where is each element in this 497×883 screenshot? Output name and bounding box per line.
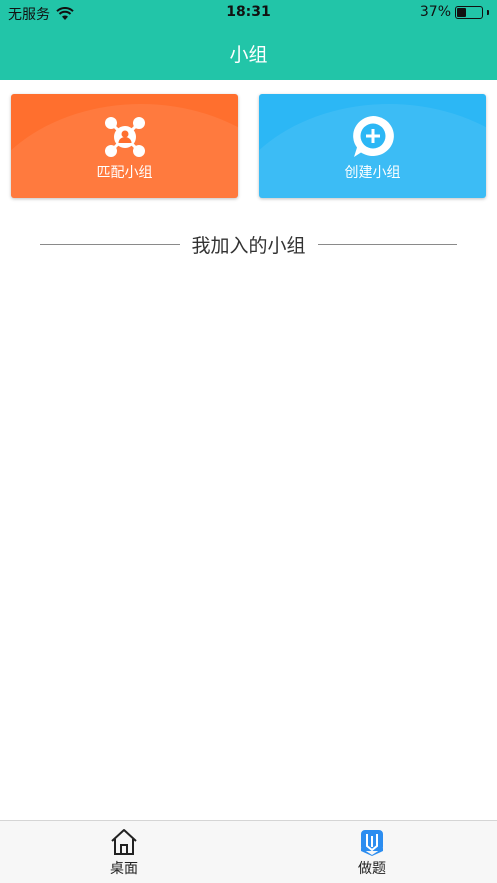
battery-status: 37% bbox=[420, 4, 489, 20]
bottom-tab-bar: 桌面 做题 bbox=[0, 820, 497, 883]
create-group-card[interactable]: 创建小组 bbox=[259, 94, 486, 198]
joined-groups-title: 我加入的小组 bbox=[191, 234, 306, 257]
top-bar: 无服务 18:31 37% 小组 bbox=[0, 0, 497, 80]
tab-desktop[interactable]: 桌面 bbox=[84, 827, 164, 881]
chat-plus-icon bbox=[352, 116, 394, 157]
battery-percent: 37% bbox=[419, 4, 451, 20]
tab-quiz[interactable]: 做题 bbox=[332, 827, 412, 881]
joined-groups-header: 我加入的小组 bbox=[40, 230, 458, 258]
tab-desktop-label: 桌面 bbox=[110, 861, 138, 877]
divider-line-right bbox=[317, 243, 458, 245]
bookmark-book-icon bbox=[361, 830, 383, 856]
match-group-label: 匹配小组 bbox=[96, 165, 153, 181]
home-icon bbox=[111, 829, 137, 855]
match-group-card[interactable]: 匹配小组 bbox=[11, 94, 238, 198]
tab-quiz-label: 做题 bbox=[358, 861, 386, 877]
battery-icon bbox=[455, 5, 483, 19]
battery-tip bbox=[487, 9, 489, 15]
divider-line-left bbox=[40, 243, 180, 245]
create-group-label: 创建小组 bbox=[344, 165, 401, 181]
page-title: 小组 bbox=[229, 44, 268, 66]
group-network-icon bbox=[104, 117, 145, 157]
battery-fill bbox=[457, 7, 466, 17]
status-bar: 无服务 18:31 37% bbox=[0, 0, 497, 26]
